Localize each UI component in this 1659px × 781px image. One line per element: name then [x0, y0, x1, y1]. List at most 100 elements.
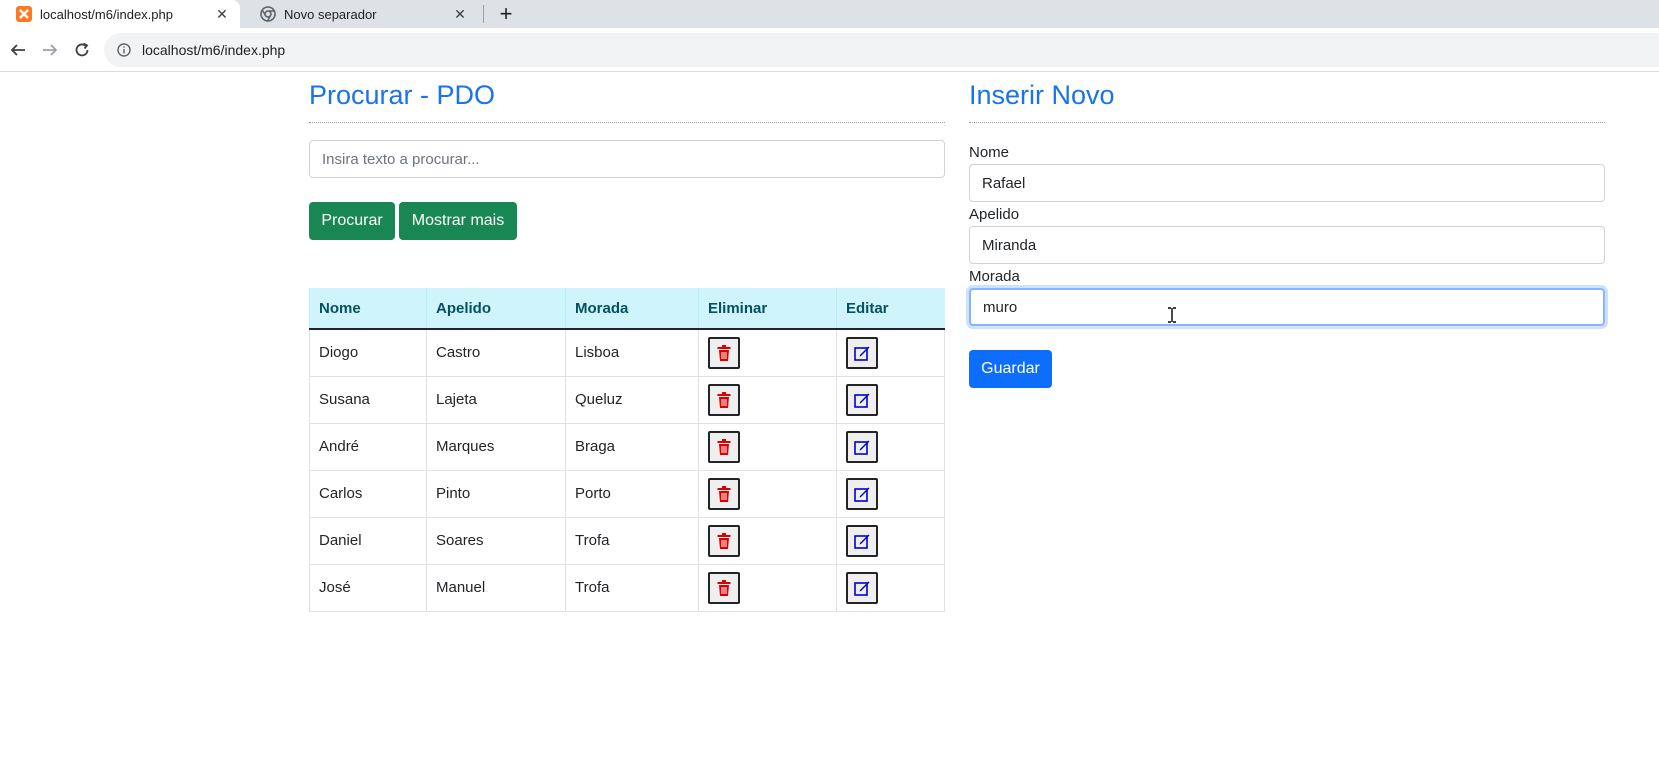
cell-eliminar [698, 328, 837, 377]
table-header-row: Nome Apelido Morada Eliminar Editar [309, 288, 945, 330]
close-tab-icon[interactable]: ✕ [214, 6, 230, 22]
forward-arrow-icon[interactable] [38, 38, 62, 62]
cell-apelido: Lajeta [426, 375, 566, 424]
cell-editar [836, 422, 945, 471]
cell-editar [836, 328, 945, 377]
table-row: Susana Lajeta Queluz [309, 375, 945, 424]
new-tab-icon[interactable]: + [494, 1, 518, 26]
column-header-nome: Nome [309, 288, 427, 330]
trash-icon [717, 532, 731, 549]
morada-label: Morada [969, 268, 1020, 285]
delete-button[interactable] [708, 430, 740, 463]
results-table: Nome Apelido Morada Eliminar Editar Diog… [309, 288, 945, 612]
edit-icon [854, 346, 870, 361]
chrome-favicon-icon [260, 6, 276, 22]
cell-nome: Carlos [309, 469, 427, 518]
cell-apelido: Manuel [426, 563, 566, 612]
cell-eliminar [698, 375, 837, 424]
search-heading: Procurar - PDO [309, 80, 496, 110]
cell-nome: Susana [309, 375, 427, 424]
column-header-morada: Morada [565, 288, 699, 330]
edit-button[interactable] [846, 336, 878, 369]
cell-eliminar [698, 516, 837, 565]
cell-morada: Porto [565, 469, 699, 518]
insert-panel: Inserir Novo Nome Apelido Morada Guardar [969, 72, 1605, 412]
cell-morada: Braga [565, 422, 699, 471]
trash-icon [717, 438, 731, 455]
browser-tab-active[interactable]: localhost/m6/index.php ✕ [0, 0, 240, 28]
trash-icon [717, 485, 731, 502]
edit-icon [854, 581, 870, 596]
table-row: André Marques Braga [309, 422, 945, 471]
xampp-favicon-icon [16, 6, 32, 22]
browser-toolbar: localhost/m6/index.php [0, 28, 1659, 72]
cell-editar [836, 469, 945, 518]
column-header-apelido: Apelido [426, 288, 566, 330]
cell-apelido: Castro [426, 328, 566, 377]
cell-apelido: Soares [426, 516, 566, 565]
delete-button[interactable] [708, 571, 740, 604]
edit-button[interactable] [846, 571, 878, 604]
column-header-eliminar: Eliminar [698, 288, 837, 330]
trash-icon [717, 391, 731, 408]
cell-eliminar [698, 563, 837, 612]
tab-title: Novo separador [284, 6, 377, 22]
save-button[interactable]: Guardar [969, 350, 1052, 388]
close-tab-icon[interactable]: ✕ [452, 6, 468, 22]
cell-morada: Trofa [565, 516, 699, 565]
trash-icon [717, 579, 731, 596]
cell-nome: André [309, 422, 427, 471]
show-more-button[interactable]: Mostrar mais [399, 202, 517, 240]
divider [309, 122, 945, 123]
url-text: localhost/m6/index.php [142, 42, 286, 58]
cell-morada: Trofa [565, 563, 699, 612]
divider [969, 122, 1605, 123]
cell-nome: Daniel [309, 516, 427, 565]
info-icon[interactable] [116, 42, 132, 58]
edit-icon [854, 534, 870, 549]
edit-button[interactable] [846, 524, 878, 557]
search-button[interactable]: Procurar [309, 202, 395, 240]
tab-title: localhost/m6/index.php [40, 6, 173, 22]
edit-button[interactable] [846, 383, 878, 416]
edit-button[interactable] [846, 477, 878, 510]
cell-apelido: Marques [426, 422, 566, 471]
delete-button[interactable] [708, 524, 740, 557]
text-cursor-icon [1167, 307, 1177, 323]
apelido-field[interactable] [969, 226, 1605, 264]
browser-tab-bar: localhost/m6/index.php ✕ Novo separador … [0, 0, 1659, 28]
column-header-editar: Editar [836, 288, 945, 330]
address-bar[interactable]: localhost/m6/index.php [104, 33, 1659, 67]
cell-editar [836, 563, 945, 612]
morada-field[interactable] [969, 288, 1605, 326]
table-row: Diogo Castro Lisboa [309, 328, 945, 377]
reload-icon[interactable] [70, 38, 94, 62]
apelido-label: Apelido [969, 206, 1020, 223]
insert-heading: Inserir Novo [969, 80, 1115, 110]
edit-icon [854, 393, 870, 408]
cell-apelido: Pinto [426, 469, 566, 518]
search-input[interactable] [309, 140, 945, 178]
table-row: Carlos Pinto Porto [309, 469, 945, 518]
delete-button[interactable] [708, 383, 740, 416]
delete-button[interactable] [708, 477, 740, 510]
cell-nome: Diogo [309, 328, 427, 377]
table-row: José Manuel Trofa [309, 563, 945, 612]
edit-icon [854, 440, 870, 455]
nome-field[interactable] [969, 164, 1605, 202]
cell-editar [836, 516, 945, 565]
cell-eliminar [698, 422, 837, 471]
cell-eliminar [698, 469, 837, 518]
delete-button[interactable] [708, 336, 740, 369]
table-row: Daniel Soares Trofa [309, 516, 945, 565]
tab-separator [483, 5, 484, 23]
browser-tab-inactive[interactable]: Novo separador ✕ [244, 0, 478, 28]
search-panel: Procurar - PDO Procurar Mostrar mais Nom… [309, 72, 945, 632]
cell-morada: Lisboa [565, 328, 699, 377]
back-arrow-icon[interactable] [6, 38, 30, 62]
nome-label: Nome [969, 144, 1010, 161]
cell-editar [836, 375, 945, 424]
edit-button[interactable] [846, 430, 878, 463]
edit-icon [854, 487, 870, 502]
trash-icon [717, 344, 731, 361]
